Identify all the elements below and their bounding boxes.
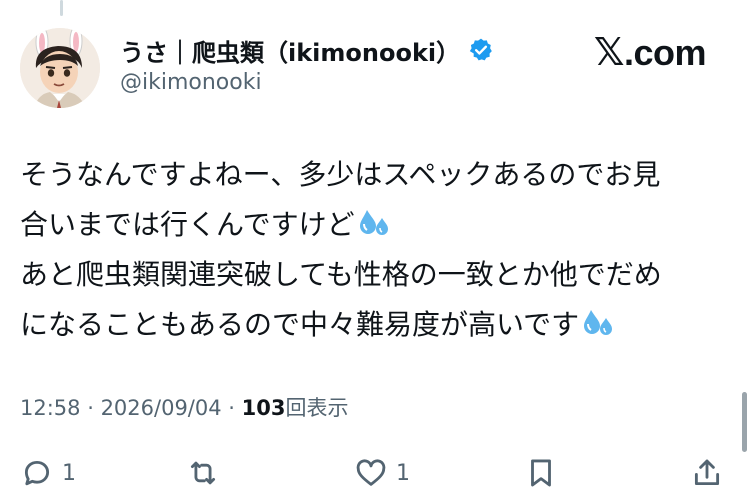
post-line: 合いまでは行くんですけど (20, 200, 732, 250)
sweat-droplets-emoji-icon (359, 210, 388, 235)
post-line-text: あと爬虫類関連突破しても性格の一致とか他でだめ (20, 258, 662, 291)
avatar-illustration (20, 28, 100, 108)
like-button[interactable]: 1 (354, 450, 410, 496)
meta-separator: · (221, 396, 242, 420)
thread-connector-line (60, 0, 63, 16)
reply-button[interactable]: 1 (20, 450, 76, 496)
post-meta: 12:58 · 2026/09/04 · 103回表示 (20, 392, 348, 422)
x-logo-suffix: .com (623, 32, 707, 73)
avatar[interactable] (20, 28, 100, 108)
post-date[interactable]: 2026/09/04 (101, 396, 222, 420)
reply-icon (24, 460, 50, 486)
retweet-button[interactable] (186, 450, 228, 496)
x-logo-icon: 𝕏 (593, 32, 625, 74)
share-icon (694, 459, 720, 486)
heart-icon (356, 459, 386, 486)
post-line: あと爬虫類関連突破しても性格の一致とか他でだめ (20, 250, 732, 300)
views-label: 回表示 (285, 396, 349, 420)
author-display-name[interactable]: うさ｜爬虫類（ikimonooki） (120, 33, 460, 68)
bookmark-icon (531, 459, 551, 487)
post-line-text: になることもあるので中々難易度が高いです (20, 308, 580, 341)
author-name-row[interactable]: うさ｜爬虫類（ikimonooki） (120, 30, 494, 70)
verified-badge-icon (470, 38, 493, 61)
post-time[interactable]: 12:58 (20, 396, 81, 420)
scrollbar-thumb[interactable] (742, 392, 747, 452)
reply-count: 1 (62, 460, 76, 486)
post-line: そうなんですよねー、多少はスペックあるのでお見 (20, 150, 732, 200)
sweat-droplets-emoji-icon (584, 310, 613, 335)
post-line: になることもあるので中々難易度が高いです (20, 300, 732, 350)
post-line-text: 合いまでは行くんですけど (20, 208, 355, 241)
views-count: 103 (241, 396, 286, 420)
author-handle[interactable]: @ikimonooki (120, 70, 262, 95)
meta-separator: · (80, 396, 101, 420)
bookmark-button[interactable] (524, 450, 558, 496)
retweet-icon (190, 461, 216, 485)
post-line-text: そうなんですよねー、多少はスペックあるのでお見 (20, 158, 661, 191)
share-button[interactable] (690, 450, 724, 496)
like-count: 1 (396, 460, 410, 486)
action-bar: 1 1 (0, 450, 750, 496)
post-body: そうなんですよねー、多少はスペックあるのでお見 合いまでは行くんですけど あと爬… (20, 150, 732, 350)
x-com-logo[interactable]: 𝕏.com (593, 30, 707, 75)
